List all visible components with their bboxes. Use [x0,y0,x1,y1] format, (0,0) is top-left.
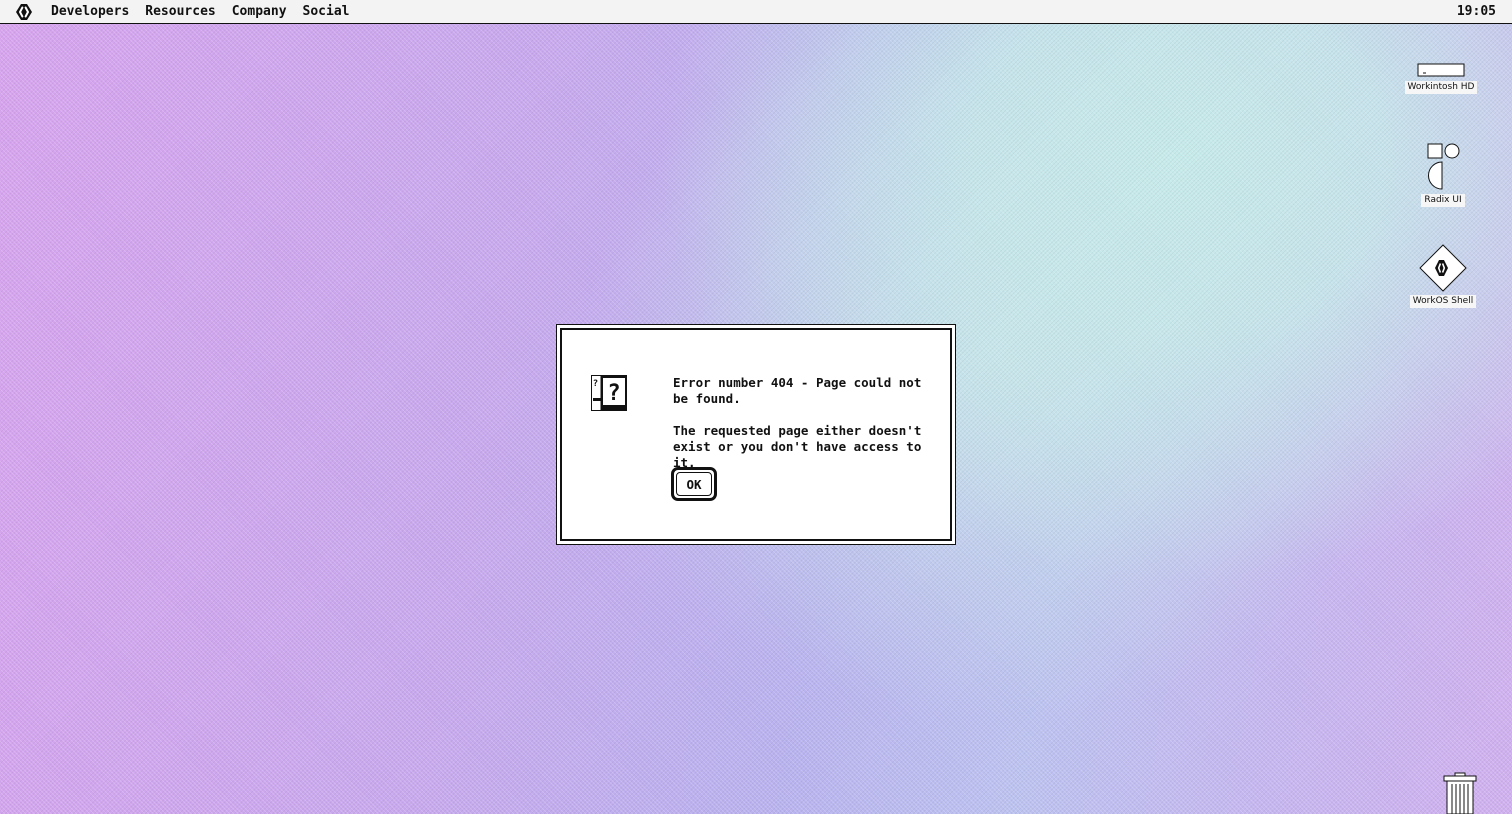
trash-icon [1443,772,1477,814]
hard-drive-icon [1417,63,1465,77]
desktop-icon-workos-shell[interactable]: WorkOS Shell [1398,244,1488,308]
menu-resources[interactable]: Resources [137,0,223,24]
desktop-icon-workintosh-hd[interactable]: Workintosh HD [1396,62,1486,94]
alert-question-icon: ? ? [591,375,627,411]
desktop-icon-label: WorkOS Shell [1409,295,1477,308]
workos-diamond-icon [1419,244,1467,292]
desktop-icon-radix-ui[interactable]: Radix UI [1398,143,1488,207]
menu-social[interactable]: Social [295,0,358,24]
workos-logo-icon[interactable] [15,3,33,21]
svg-text:?: ? [607,381,620,406]
desktop-icon-label: Workintosh HD [1404,81,1478,94]
error-description: The requested page either doesn't exist … [673,423,922,470]
desktop-icon-label: Radix UI [1421,194,1465,207]
ok-button[interactable]: OK [671,467,717,501]
menu-clock: 19:05 [1456,4,1496,19]
menu-bar: Developers Resources Company Social 19:0… [0,0,1512,24]
error-dialog: ? ? Error number 404 - Page could not be… [556,324,956,545]
error-title: Error number 404 - Page could not be fou… [673,375,922,406]
radix-icon [1427,143,1460,190]
svg-text:?: ? [593,379,598,389]
menu-company[interactable]: Company [224,0,295,24]
error-dialog-inner: ? ? Error number 404 - Page could not be… [560,328,952,541]
menu-developers[interactable]: Developers [43,0,137,24]
trash-can[interactable] [1436,772,1484,814]
ok-button-label: OK [676,472,712,496]
